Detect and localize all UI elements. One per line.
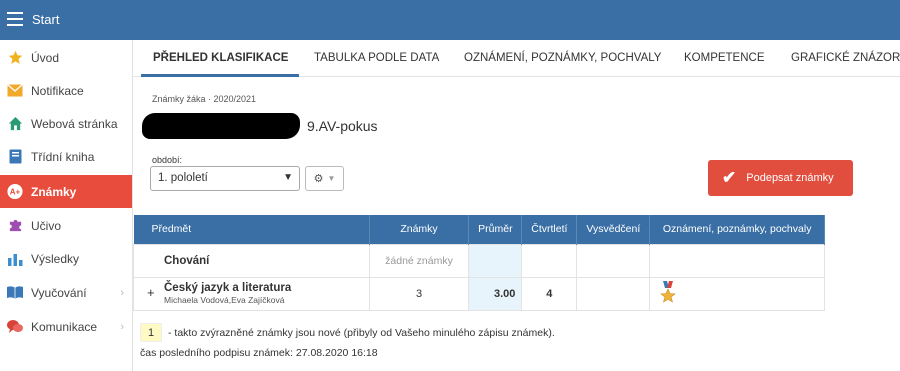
sidebar-item-label: Webová stránka [31, 116, 118, 131]
quarter-cell: 4 [521, 276, 578, 311]
sidebar-item-label: Komunikace [31, 319, 98, 334]
tab-kompetence[interactable]: KOMPETENCE [684, 52, 765, 64]
column-header-grades[interactable]: Známky [369, 215, 470, 244]
home-icon [7, 116, 23, 132]
sidebar-item-notifikace[interactable]: Notifikace [0, 74, 132, 107]
sidebar-item-label: Známky [31, 184, 77, 199]
gear-icon: ⚙ [313, 173, 324, 185]
table-row: + Český jazyk a literatura Michaela Vodo… [133, 276, 825, 311]
bar-chart-icon [7, 251, 23, 267]
sign-grades-button[interactable]: ✔ Podepsat známky [708, 160, 853, 196]
grades-cell: žádné známky [368, 243, 470, 278]
column-header-subject[interactable]: Předmět [133, 215, 370, 244]
subject-teachers: Michaela Vodová,Eva Zajíčková [164, 295, 285, 305]
sidebar-item-label: Třídní kniha [31, 149, 95, 164]
sidebar-item-znamky[interactable]: A+ Známky [0, 175, 132, 208]
student-header: Známky žáka · 2020/2021 [152, 94, 257, 104]
period-select[interactable]: 1. pololetí ▼ [150, 166, 300, 191]
sidebar-item-label: Notifikace [31, 83, 84, 98]
subject-name: Český jazyk a literatura [164, 282, 292, 294]
sidebar-item-label: Vyučování [31, 285, 87, 300]
sidebar-item-label: Výsledky [31, 251, 80, 266]
class-name: 9.AV-pokus [307, 118, 378, 134]
svg-text:A+: A+ [10, 188, 21, 197]
redacted-student-name [142, 113, 300, 139]
checkmark-icon: ✔ [722, 168, 737, 187]
expand-row-button[interactable]: + [147, 285, 155, 300]
new-grade-sample: 1 [140, 323, 162, 342]
sidebar-item-komunikace[interactable]: Komunikace › [0, 310, 132, 343]
envelope-icon [7, 83, 23, 99]
period-selected-value: 1. pololetí [158, 172, 208, 184]
notes-cell [649, 243, 825, 278]
caret-down-icon: ▼ [327, 174, 336, 183]
subject-cell: Chování [133, 243, 370, 278]
chevron-right-icon: › [120, 286, 124, 299]
column-header-average[interactable]: Průměr [468, 215, 523, 244]
table-header-row: Předmět Známky Průměr Čtvrtletí Vysvědče… [133, 215, 825, 244]
tab-tabulka-podle-data[interactable]: TABULKA PODLE DATA [314, 52, 439, 64]
app-title[interactable]: Start [32, 12, 59, 27]
sidebar-item-tridni-kniha[interactable]: Třídní kniha [0, 140, 132, 173]
tab-prehled-klasifikace[interactable]: PŘEHLED KLASIFIKACE [153, 52, 288, 64]
last-signature-info: čas posledního podpisu známek: 27.08.202… [140, 347, 378, 359]
tab-graficke-znazorneni[interactable]: GRAFICKÉ ZNÁZORN [791, 52, 900, 64]
hamburger-menu-icon[interactable] [7, 12, 23, 26]
column-header-notes[interactable]: Oznámení, poznámky, pochvaly [649, 215, 825, 244]
notes-cell [649, 276, 825, 311]
sidebar-item-webova-stranka[interactable]: Webová stránka [0, 107, 132, 140]
new-grade-legend: - takto zvýrazněné známky jsou nové (při… [168, 327, 555, 339]
sidebar-item-vysledky[interactable]: Výsledky [0, 242, 132, 275]
grades-icon: A+ [7, 183, 23, 200]
average-cell: 3.00 [468, 276, 523, 311]
report-cell [576, 243, 651, 278]
chat-icon [7, 319, 23, 335]
table-row: Chování žádné známky [133, 243, 825, 278]
sign-grades-label: Podepsat známky [746, 172, 834, 184]
column-header-quarter[interactable]: Čtvrtletí [521, 215, 578, 244]
puzzle-icon [7, 218, 23, 234]
sidebar-item-vyucovani[interactable]: Vyučování › [0, 276, 132, 309]
chevron-down-icon: ▼ [283, 172, 293, 183]
average-cell [468, 243, 523, 278]
open-book-icon [7, 285, 23, 301]
sidebar-item-label: Úvod [31, 50, 60, 65]
top-bar: Start [0, 0, 900, 40]
tab-oznameni-poznamky-pochvaly[interactable]: OZNÁMENÍ, POZNÁMKY, POCHVALY [464, 52, 661, 64]
period-label: období: [152, 155, 183, 165]
subject-cell: + Český jazyk a literatura Michaela Vodo… [133, 276, 370, 311]
grades-cell[interactable]: 3 [368, 276, 470, 311]
sidebar-item-uvod[interactable]: Úvod [0, 41, 132, 74]
star-icon [7, 50, 23, 66]
sidebar: Úvod Notifikace Webová stránka Třídní kn… [0, 40, 133, 371]
quarter-cell [521, 243, 578, 278]
medal-icon[interactable] [660, 281, 677, 306]
column-header-report[interactable]: Vysvědčení [576, 215, 651, 244]
grades-table: Předmět Známky Průměr Čtvrtletí Vysvědče… [133, 215, 825, 311]
settings-dropdown-button[interactable]: ⚙ ▼ [305, 166, 344, 191]
book-icon [7, 149, 23, 165]
chevron-right-icon: › [120, 320, 124, 333]
active-tab-indicator [141, 74, 299, 77]
report-cell [576, 276, 651, 311]
sidebar-item-ucivo[interactable]: Učivo [0, 209, 132, 242]
sidebar-item-label: Učivo [31, 218, 62, 233]
